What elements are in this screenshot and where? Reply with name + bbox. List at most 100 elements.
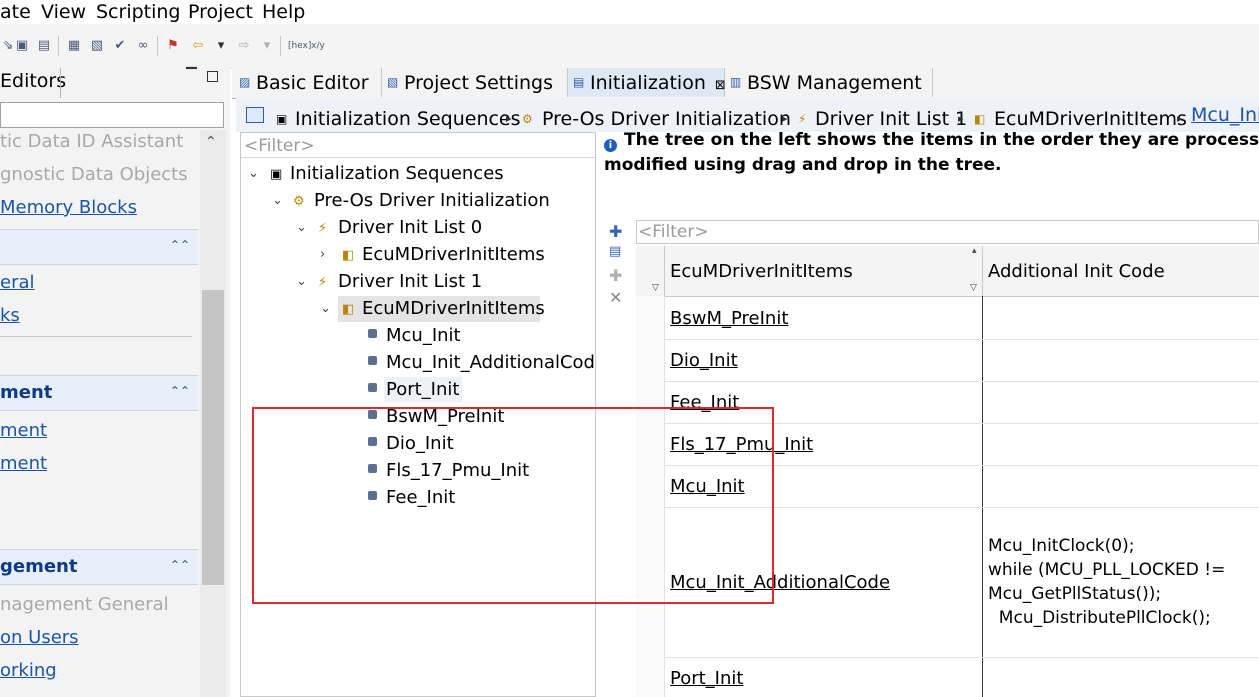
info-icon: i bbox=[604, 139, 617, 152]
column-header-additional-code[interactable]: Additional Init Code bbox=[988, 261, 1165, 282]
breadcrumb-item-pre-os[interactable]: Pre-Os Driver Initialization bbox=[542, 108, 791, 130]
chevron-right-icon: ▸ bbox=[782, 112, 788, 125]
tree-node-init-sequences[interactable]: Initialization Sequences bbox=[290, 163, 504, 184]
breadcrumb-menu-icon[interactable] bbox=[246, 107, 264, 123]
dropdown-icon[interactable]: ▾ bbox=[213, 38, 229, 54]
table-row[interactable]: Port_Init bbox=[670, 668, 743, 689]
breadcrumb-item-driver-init-list[interactable]: Driver Init List 1 bbox=[815, 108, 967, 130]
left-link-section2-b[interactable]: ment bbox=[0, 453, 47, 474]
breadcrumb-item-init-sequences[interactable]: Initialization Sequences bbox=[295, 108, 521, 130]
column-header-items[interactable]: EcuMDriverInitItems bbox=[670, 261, 853, 282]
tab-basic-editor[interactable]: ▨ Basic Editor bbox=[234, 68, 382, 97]
tree-node-ecum-items-0[interactable]: EcuMDriverInitItems bbox=[362, 244, 545, 265]
scroll-up-icon[interactable]: ⌃ bbox=[205, 134, 217, 150]
validate-icon[interactable]: ▧ bbox=[89, 38, 105, 54]
list-icon: ⚡ bbox=[318, 275, 328, 290]
code-line[interactable]: Mcu_GetPllStatus()); bbox=[988, 584, 1161, 604]
tree-node-port-init[interactable]: Port_Init bbox=[386, 379, 459, 400]
tab-label: BSW Management bbox=[747, 72, 922, 94]
tree-node-mcu-init[interactable]: Mcu_Init bbox=[386, 325, 461, 346]
hex-icon[interactable]: [hex] bbox=[288, 38, 311, 54]
left-section-2[interactable]: ment ⌃⌃ bbox=[0, 375, 198, 411]
chevron-down-icon[interactable]: ⌄ bbox=[320, 301, 331, 316]
left-filter-input[interactable] bbox=[0, 102, 224, 128]
collapse-icon[interactable]: ⌃⌃ bbox=[170, 558, 190, 572]
left-section-3[interactable]: gement ⌃⌃ bbox=[0, 549, 198, 585]
container-icon: ◧ bbox=[342, 248, 355, 263]
left-link-general[interactable]: eral bbox=[0, 272, 35, 293]
code-line[interactable]: Mcu_DistributePllClock(); bbox=[988, 608, 1211, 628]
tree-node-driver-init-list-1[interactable]: Driver Init List 1 bbox=[338, 271, 482, 292]
chevron-down-icon[interactable]: ⌄ bbox=[296, 220, 307, 235]
maximize-icon[interactable] bbox=[207, 71, 218, 82]
code-line[interactable]: Mcu_InitClock(0); bbox=[988, 536, 1134, 556]
left-section-2-title: ment bbox=[0, 382, 53, 403]
package-icon[interactable]: ▣ bbox=[14, 38, 30, 54]
table-filter-input[interactable] bbox=[636, 220, 1259, 244]
container-icon: ◧ bbox=[342, 302, 355, 317]
tab-bsw-management[interactable]: ▥ BSW Management bbox=[725, 68, 933, 97]
chevron-down-icon[interactable]: ⌄ bbox=[272, 193, 283, 208]
tab-project-settings[interactable]: ▧ Project Settings bbox=[382, 68, 568, 97]
chevron-down-icon[interactable]: ⌄ bbox=[296, 274, 307, 289]
tree-node-driver-init-list-0[interactable]: Driver Init List 0 bbox=[338, 217, 482, 238]
tree-node-mcu-init-additional[interactable]: Mcu_Init_AdditionalCod bbox=[386, 352, 595, 373]
tab-label: Initialization bbox=[590, 72, 706, 94]
menu-item-view[interactable]: View bbox=[41, 0, 86, 24]
left-scrollbar-thumb[interactable] bbox=[202, 290, 224, 585]
chevron-right-icon[interactable]: › bbox=[320, 247, 325, 262]
init-icon: ▤ bbox=[573, 75, 585, 89]
properties-icon[interactable]: ▦ bbox=[66, 38, 82, 54]
collapse-icon[interactable]: ⌃⌃ bbox=[170, 238, 190, 252]
left-link-diag-data-id-assistant[interactable]: tic Data ID Assistant bbox=[0, 131, 183, 152]
save-all-icon[interactable]: ▤ bbox=[36, 38, 52, 54]
tree-node-pre-os[interactable]: Pre-Os Driver Initialization bbox=[314, 190, 550, 211]
left-link-users[interactable]: on Users bbox=[0, 627, 79, 648]
tree-node-ecum-items-1[interactable]: EcuMDriverInitItems bbox=[362, 298, 545, 319]
toolbar-separator bbox=[280, 36, 281, 56]
menu-item-help[interactable]: Help bbox=[262, 0, 305, 24]
container-icon: ◧ bbox=[974, 112, 986, 126]
table-row[interactable]: Dio_Init bbox=[670, 350, 738, 371]
folder-icon: ▣ bbox=[270, 167, 283, 182]
add-icon[interactable]: ✚ bbox=[609, 222, 622, 241]
chevron-down-icon[interactable]: ⌄ bbox=[248, 166, 259, 181]
left-link-management-general[interactable]: nagement General bbox=[0, 594, 169, 615]
left-link-tasks[interactable]: ks bbox=[0, 305, 20, 326]
sort-icon[interactable]: ▴ bbox=[972, 246, 977, 256]
driver-icon: ⚙ bbox=[293, 194, 305, 209]
menu-item-project[interactable]: Project bbox=[188, 0, 253, 24]
check-icon[interactable]: ✔ bbox=[112, 38, 128, 54]
duplicate-icon[interactable]: ✚ bbox=[609, 266, 622, 285]
collapse-icon[interactable]: ⌃⌃ bbox=[170, 384, 190, 398]
left-link-diag-data-objects[interactable]: gnostic Data Objects bbox=[0, 164, 188, 185]
tab-initialization[interactable]: ▤ Initialization ⊠ bbox=[568, 68, 726, 97]
add-multiple-icon[interactable]: ▤ bbox=[609, 244, 621, 259]
left-link-section2-a[interactable]: ment bbox=[0, 420, 47, 441]
forward-icon[interactable]: ⇨ bbox=[236, 38, 252, 54]
back-history-icon[interactable]: ⚑ bbox=[165, 38, 181, 54]
binoculars-icon[interactable]: ∞ bbox=[135, 38, 151, 54]
minimize-icon[interactable]: ▔ bbox=[186, 68, 197, 84]
dropdown-icon[interactable]: ▾ bbox=[259, 38, 275, 54]
back-icon[interactable]: ⇦ bbox=[190, 38, 206, 54]
left-link-memory-blocks[interactable]: Memory Blocks bbox=[0, 197, 137, 218]
breadcrumb-item-current[interactable]: Mcu_Init bbox=[1191, 104, 1259, 126]
menu-item-update[interactable]: ate bbox=[0, 0, 31, 24]
format-icon[interactable]: x/y bbox=[310, 38, 326, 54]
code-line[interactable]: while (MCU_PLL_LOCKED != bbox=[988, 560, 1225, 580]
chevron-right-icon: ▸ bbox=[958, 112, 964, 125]
settings-icon: ▧ bbox=[387, 75, 399, 89]
annotation-highlight-box bbox=[252, 407, 774, 604]
toolbar-separator bbox=[157, 36, 158, 56]
delete-icon[interactable]: ✕ bbox=[609, 288, 622, 307]
filter-icon[interactable]: ▽ bbox=[652, 283, 659, 293]
menu-item-scripting[interactable]: Scripting bbox=[96, 0, 181, 24]
left-section-1[interactable]: ⌃⌃ bbox=[0, 229, 198, 265]
tree-filter-input[interactable]: <Filter> bbox=[244, 136, 315, 156]
left-link-working[interactable]: orking bbox=[0, 660, 57, 681]
filter-icon[interactable]: ▽ bbox=[970, 283, 977, 293]
breadcrumb-item-ecum-items[interactable]: EcuMDriverInitItems bbox=[994, 108, 1187, 130]
table-row[interactable]: BswM_PreInit bbox=[670, 308, 788, 329]
left-panel-header: Editors ▔ bbox=[0, 68, 228, 98]
